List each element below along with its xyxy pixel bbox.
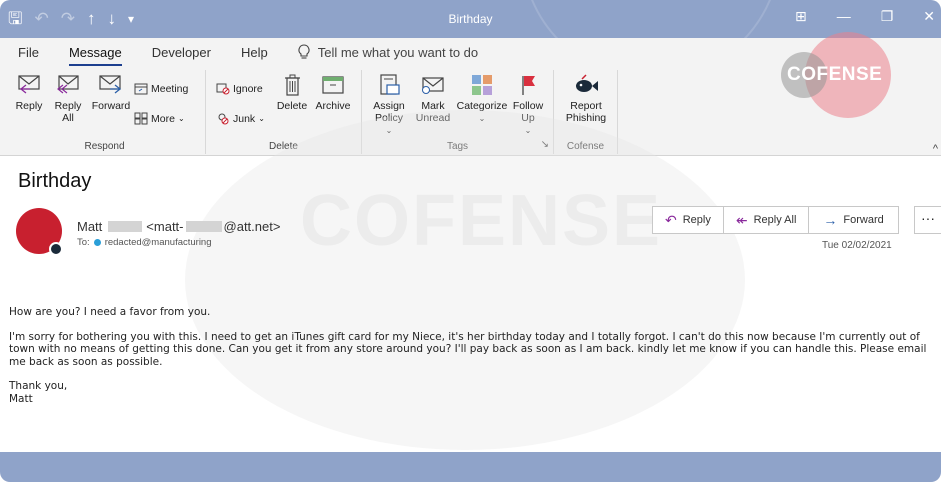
- sign-off: Thank you,: [9, 380, 68, 392]
- tab-file[interactable]: File: [18, 45, 39, 60]
- ribbon-display-icon[interactable]: ⊞: [795, 8, 807, 25]
- more-respond-button[interactable]: More ⌄: [134, 112, 185, 125]
- ignore-button[interactable]: Ignore: [216, 82, 263, 95]
- reply-all-action-button[interactable]: ↞ Reply All: [723, 206, 810, 234]
- status-bar: [0, 452, 941, 482]
- tab-message[interactable]: Message: [68, 45, 122, 66]
- policy-icon: [376, 74, 402, 96]
- ignore-icon: [216, 82, 230, 95]
- tab-help[interactable]: Help: [241, 45, 268, 60]
- message-actions: ↶ Reply ↞ Reply All → Forward: [652, 206, 899, 234]
- message-subject: Birthday: [18, 170, 92, 192]
- chevron-down-icon: ⌄: [177, 114, 185, 123]
- trash-icon: [279, 74, 305, 96]
- categorize-icon: [469, 74, 495, 96]
- restore-icon[interactable]: ❐: [881, 8, 894, 25]
- window-controls: ⊞ — ❐ ✕: [795, 8, 935, 25]
- calendar-icon: [134, 82, 148, 95]
- mark-unread-icon: [420, 74, 446, 96]
- outlook-window: 🖫 ↶ ↷ ↑ ↓ ▾ Birthday ⊞ — ❐ ✕ File Messag…: [0, 0, 941, 482]
- sender-email-suffix: @att.net>: [223, 219, 281, 234]
- more-actions-button[interactable]: ···: [914, 206, 941, 234]
- cofense-logo: COFENSE: [781, 32, 901, 118]
- sender-line[interactable]: Matt <matt- @att.net>: [77, 219, 280, 234]
- watermark-text: COFENSE: [300, 181, 663, 261]
- recipient-line: To: redacted@manufacturing: [77, 237, 212, 248]
- delete-button[interactable]: Delete: [274, 74, 310, 112]
- redaction-bar: [185, 221, 222, 232]
- sender-email-prefix: <matt-: [146, 219, 184, 234]
- forward-arrow-icon: →: [823, 212, 838, 228]
- junk-button[interactable]: Junk ⌄: [216, 112, 265, 125]
- meeting-button[interactable]: Meeting: [134, 82, 188, 95]
- presence-indicator: [49, 242, 63, 256]
- reply-all-icon: [55, 74, 81, 96]
- close-icon[interactable]: ✕: [923, 8, 935, 25]
- collapse-ribbon-icon[interactable]: ^: [933, 143, 938, 155]
- tell-me-label: Tell me what you want to do: [317, 44, 479, 60]
- reply-arrow-icon: ↶: [665, 211, 677, 228]
- message-date: Tue 02/02/2021: [822, 240, 892, 251]
- lightbulb-icon: [298, 44, 310, 60]
- message-body: How are you? I need a favor from you. I'…: [9, 306, 935, 405]
- flag-icon: [515, 74, 541, 96]
- phishing-fish-icon: [573, 74, 599, 96]
- reply-action-button[interactable]: ↶ Reply: [652, 206, 724, 234]
- tab-developer[interactable]: Developer: [152, 45, 211, 60]
- forward-icon: [98, 74, 124, 96]
- more-icon: [134, 112, 148, 125]
- minimize-icon[interactable]: —: [837, 8, 851, 25]
- forward-action-button[interactable]: → Forward: [809, 206, 899, 234]
- redaction-bar: [108, 221, 143, 232]
- presence-dot-icon: [93, 239, 101, 246]
- report-phishing-button[interactable]: Report Phishing: [558, 74, 614, 124]
- reply-all-arrow-icon: ↞: [735, 211, 748, 228]
- archive-button[interactable]: Archive: [312, 74, 354, 112]
- tell-me-search[interactable]: Tell me what you want to do: [298, 44, 478, 60]
- respond-group-label: Respond: [84, 141, 125, 152]
- respond-group: Reply Reply All Forward Meeting More ⌄ R…: [4, 70, 206, 154]
- body-paragraph: I'm sorry for bothering you with this. I…: [9, 330, 927, 368]
- signature: Matt: [9, 392, 33, 405]
- recipient[interactable]: redacted@manufacturing: [105, 237, 212, 248]
- junk-icon: [216, 112, 230, 125]
- sender-name: Matt: [77, 219, 103, 234]
- reply-icon: [16, 74, 42, 96]
- chevron-down-icon: ⌄: [258, 114, 265, 123]
- archive-icon: [320, 74, 346, 96]
- reply-button[interactable]: Reply: [8, 74, 50, 112]
- body-paragraph: How are you? I need a favor from you.: [9, 306, 211, 318]
- sender-avatar[interactable]: [16, 208, 63, 256]
- reply-all-button[interactable]: Reply All: [48, 74, 88, 124]
- to-label: To:: [77, 237, 90, 248]
- forward-button[interactable]: Forward: [88, 74, 134, 112]
